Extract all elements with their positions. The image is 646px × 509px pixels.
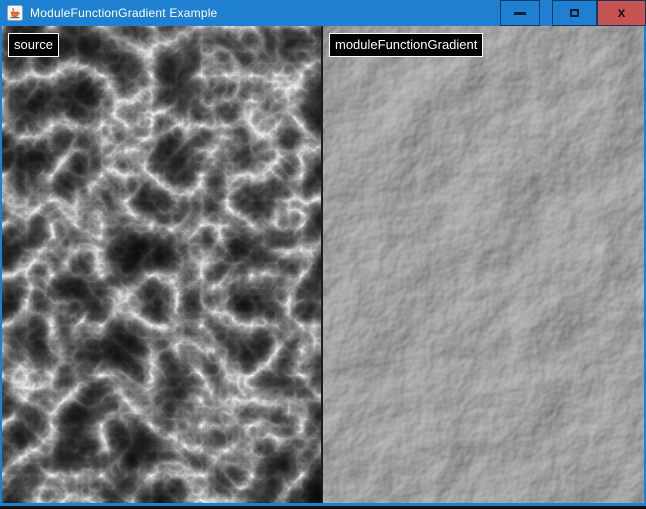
source-image-panel: source (2, 26, 321, 503)
maximize-button[interactable] (552, 0, 597, 26)
source-label: source (8, 33, 59, 57)
window-controls: x (500, 0, 646, 26)
maximize-square-icon (570, 9, 579, 17)
app-window: ModuleFunctionGradient Example x (0, 0, 646, 509)
source-noise-image (2, 26, 321, 503)
module-function-gradient-label: moduleFunctionGradient (329, 33, 483, 57)
close-x-icon: x (618, 5, 626, 19)
java-coffee-cup-icon (7, 5, 23, 21)
close-button[interactable]: x (597, 0, 646, 26)
minimize-button[interactable] (500, 0, 540, 26)
module-function-gradient-image-panel: moduleFunctionGradient (323, 26, 644, 503)
minimize-dash-icon (514, 12, 526, 15)
module-function-gradient-noise-image (323, 26, 644, 503)
titlebar[interactable]: ModuleFunctionGradient Example x (0, 0, 646, 26)
content-area: source (0, 26, 646, 503)
window-title: ModuleFunctionGradient Example (30, 6, 217, 20)
